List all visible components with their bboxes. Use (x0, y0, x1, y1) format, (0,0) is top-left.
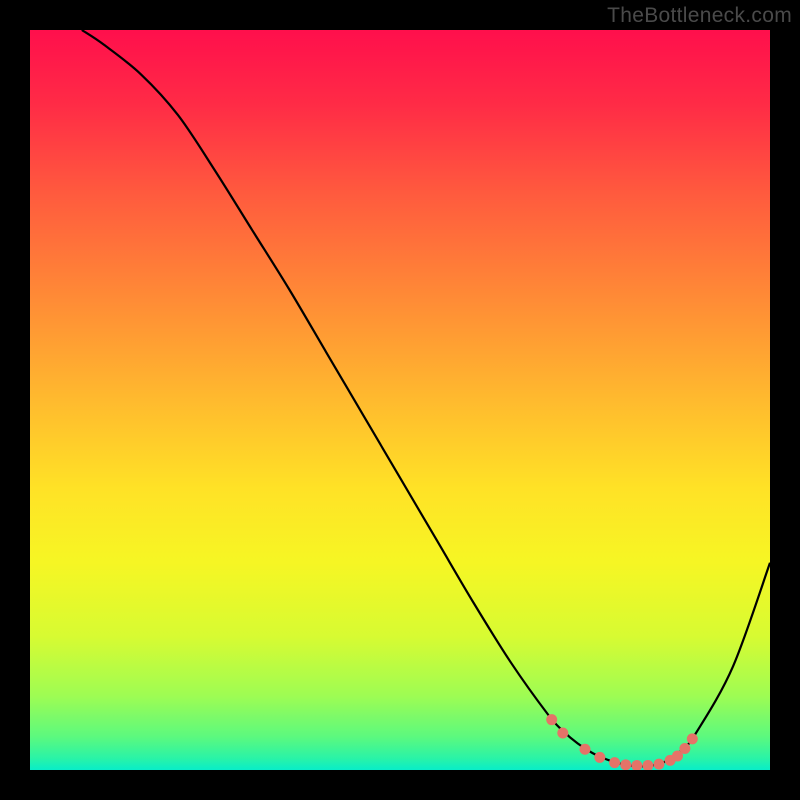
highlight-dot (631, 760, 642, 770)
highlight-dot (546, 714, 557, 725)
highlight-dot (654, 759, 665, 770)
highlight-dot (609, 757, 620, 768)
highlight-dot (580, 744, 591, 755)
highlight-dot (557, 728, 568, 739)
bottleneck-curve (82, 30, 770, 766)
highlight-dot (679, 743, 690, 754)
highlight-dot (594, 752, 605, 763)
plot-area (30, 30, 770, 770)
curve-layer (30, 30, 770, 770)
highlight-dot (642, 760, 653, 770)
marker-group (546, 714, 698, 770)
highlight-dot (687, 733, 698, 744)
watermark-text: TheBottleneck.com (607, 4, 792, 28)
highlight-dot (620, 759, 631, 770)
